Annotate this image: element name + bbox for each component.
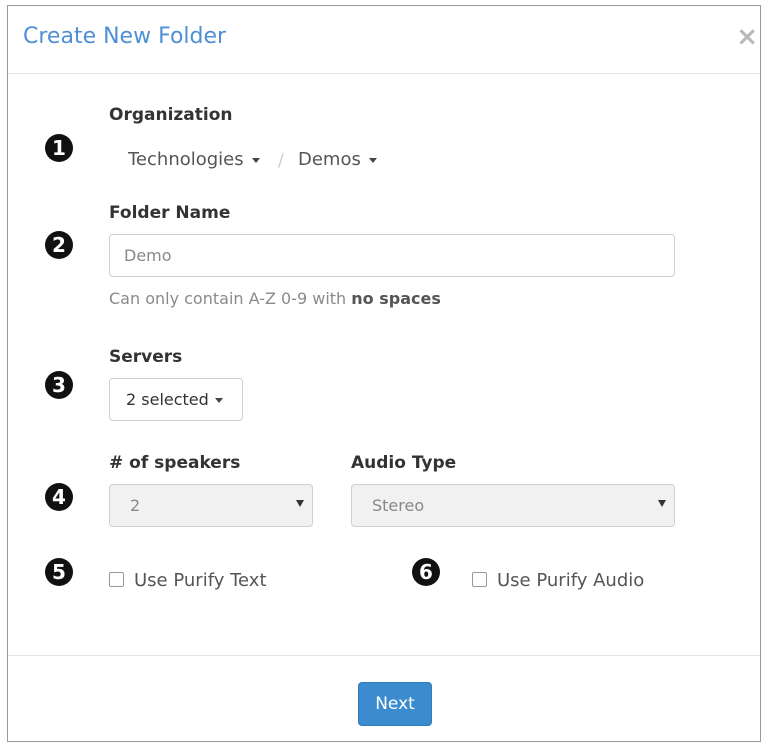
modal-header: Create New Folder × — [8, 6, 760, 74]
close-icon[interactable]: × — [736, 24, 758, 50]
modal-title: Create New Folder — [23, 24, 227, 49]
step-6-badge: 6 — [412, 558, 440, 586]
speakers-value: 2 — [130, 496, 141, 515]
audio-type-select[interactable]: Stereo — [351, 484, 675, 527]
caret-down-icon — [214, 398, 223, 403]
servers-dropdown[interactable]: 2 selected — [109, 378, 243, 421]
breadcrumb-technologies[interactable]: Technologies — [128, 149, 260, 170]
breadcrumb-separator: / — [278, 151, 284, 171]
folder-name-help-emphasis: no spaces — [351, 289, 441, 308]
step-5-badge: 5 — [45, 558, 73, 586]
folder-name-label: Folder Name — [109, 203, 231, 223]
purify-text-option[interactable]: Use Purify Text — [109, 570, 267, 591]
organization-label: Organization — [109, 105, 233, 125]
caret-down-icon — [251, 157, 260, 163]
caret-down-icon — [368, 157, 377, 163]
purify-text-label: Use Purify Text — [134, 570, 267, 591]
purify-text-checkbox[interactable] — [109, 571, 124, 587]
breadcrumb-technologies-label: Technologies — [128, 149, 244, 170]
servers-label: Servers — [109, 347, 183, 367]
step-4-badge: 4 — [45, 483, 73, 511]
audio-type-label: Audio Type — [351, 453, 457, 473]
select-arrow-icon — [296, 500, 304, 507]
folder-name-help: Can only contain A-Z 0-9 with no spaces — [109, 289, 441, 308]
audio-type-value: Stereo — [372, 496, 425, 515]
speakers-select[interactable]: 2 — [109, 484, 313, 527]
purify-audio-label: Use Purify Audio — [497, 570, 645, 591]
step-3-badge: 3 — [45, 371, 73, 399]
step-1-badge: 1 — [45, 134, 73, 162]
breadcrumb-demos[interactable]: Demos — [298, 149, 377, 170]
folder-name-help-text: Can only contain A-Z 0-9 with — [109, 289, 352, 308]
step-2-badge: 2 — [45, 231, 73, 259]
purify-audio-option[interactable]: Use Purify Audio — [472, 570, 644, 591]
speakers-label: # of speakers — [109, 453, 241, 473]
servers-selected-text: 2 selected — [126, 390, 209, 409]
modal-footer: Next — [8, 655, 760, 741]
breadcrumb-demos-label: Demos — [298, 149, 361, 170]
create-folder-modal: Create New Folder × 1 Organization Techn… — [7, 5, 761, 742]
select-arrow-icon — [658, 500, 666, 507]
folder-name-input[interactable] — [109, 234, 675, 277]
purify-audio-checkbox[interactable] — [472, 571, 487, 587]
next-button[interactable]: Next — [358, 682, 432, 726]
